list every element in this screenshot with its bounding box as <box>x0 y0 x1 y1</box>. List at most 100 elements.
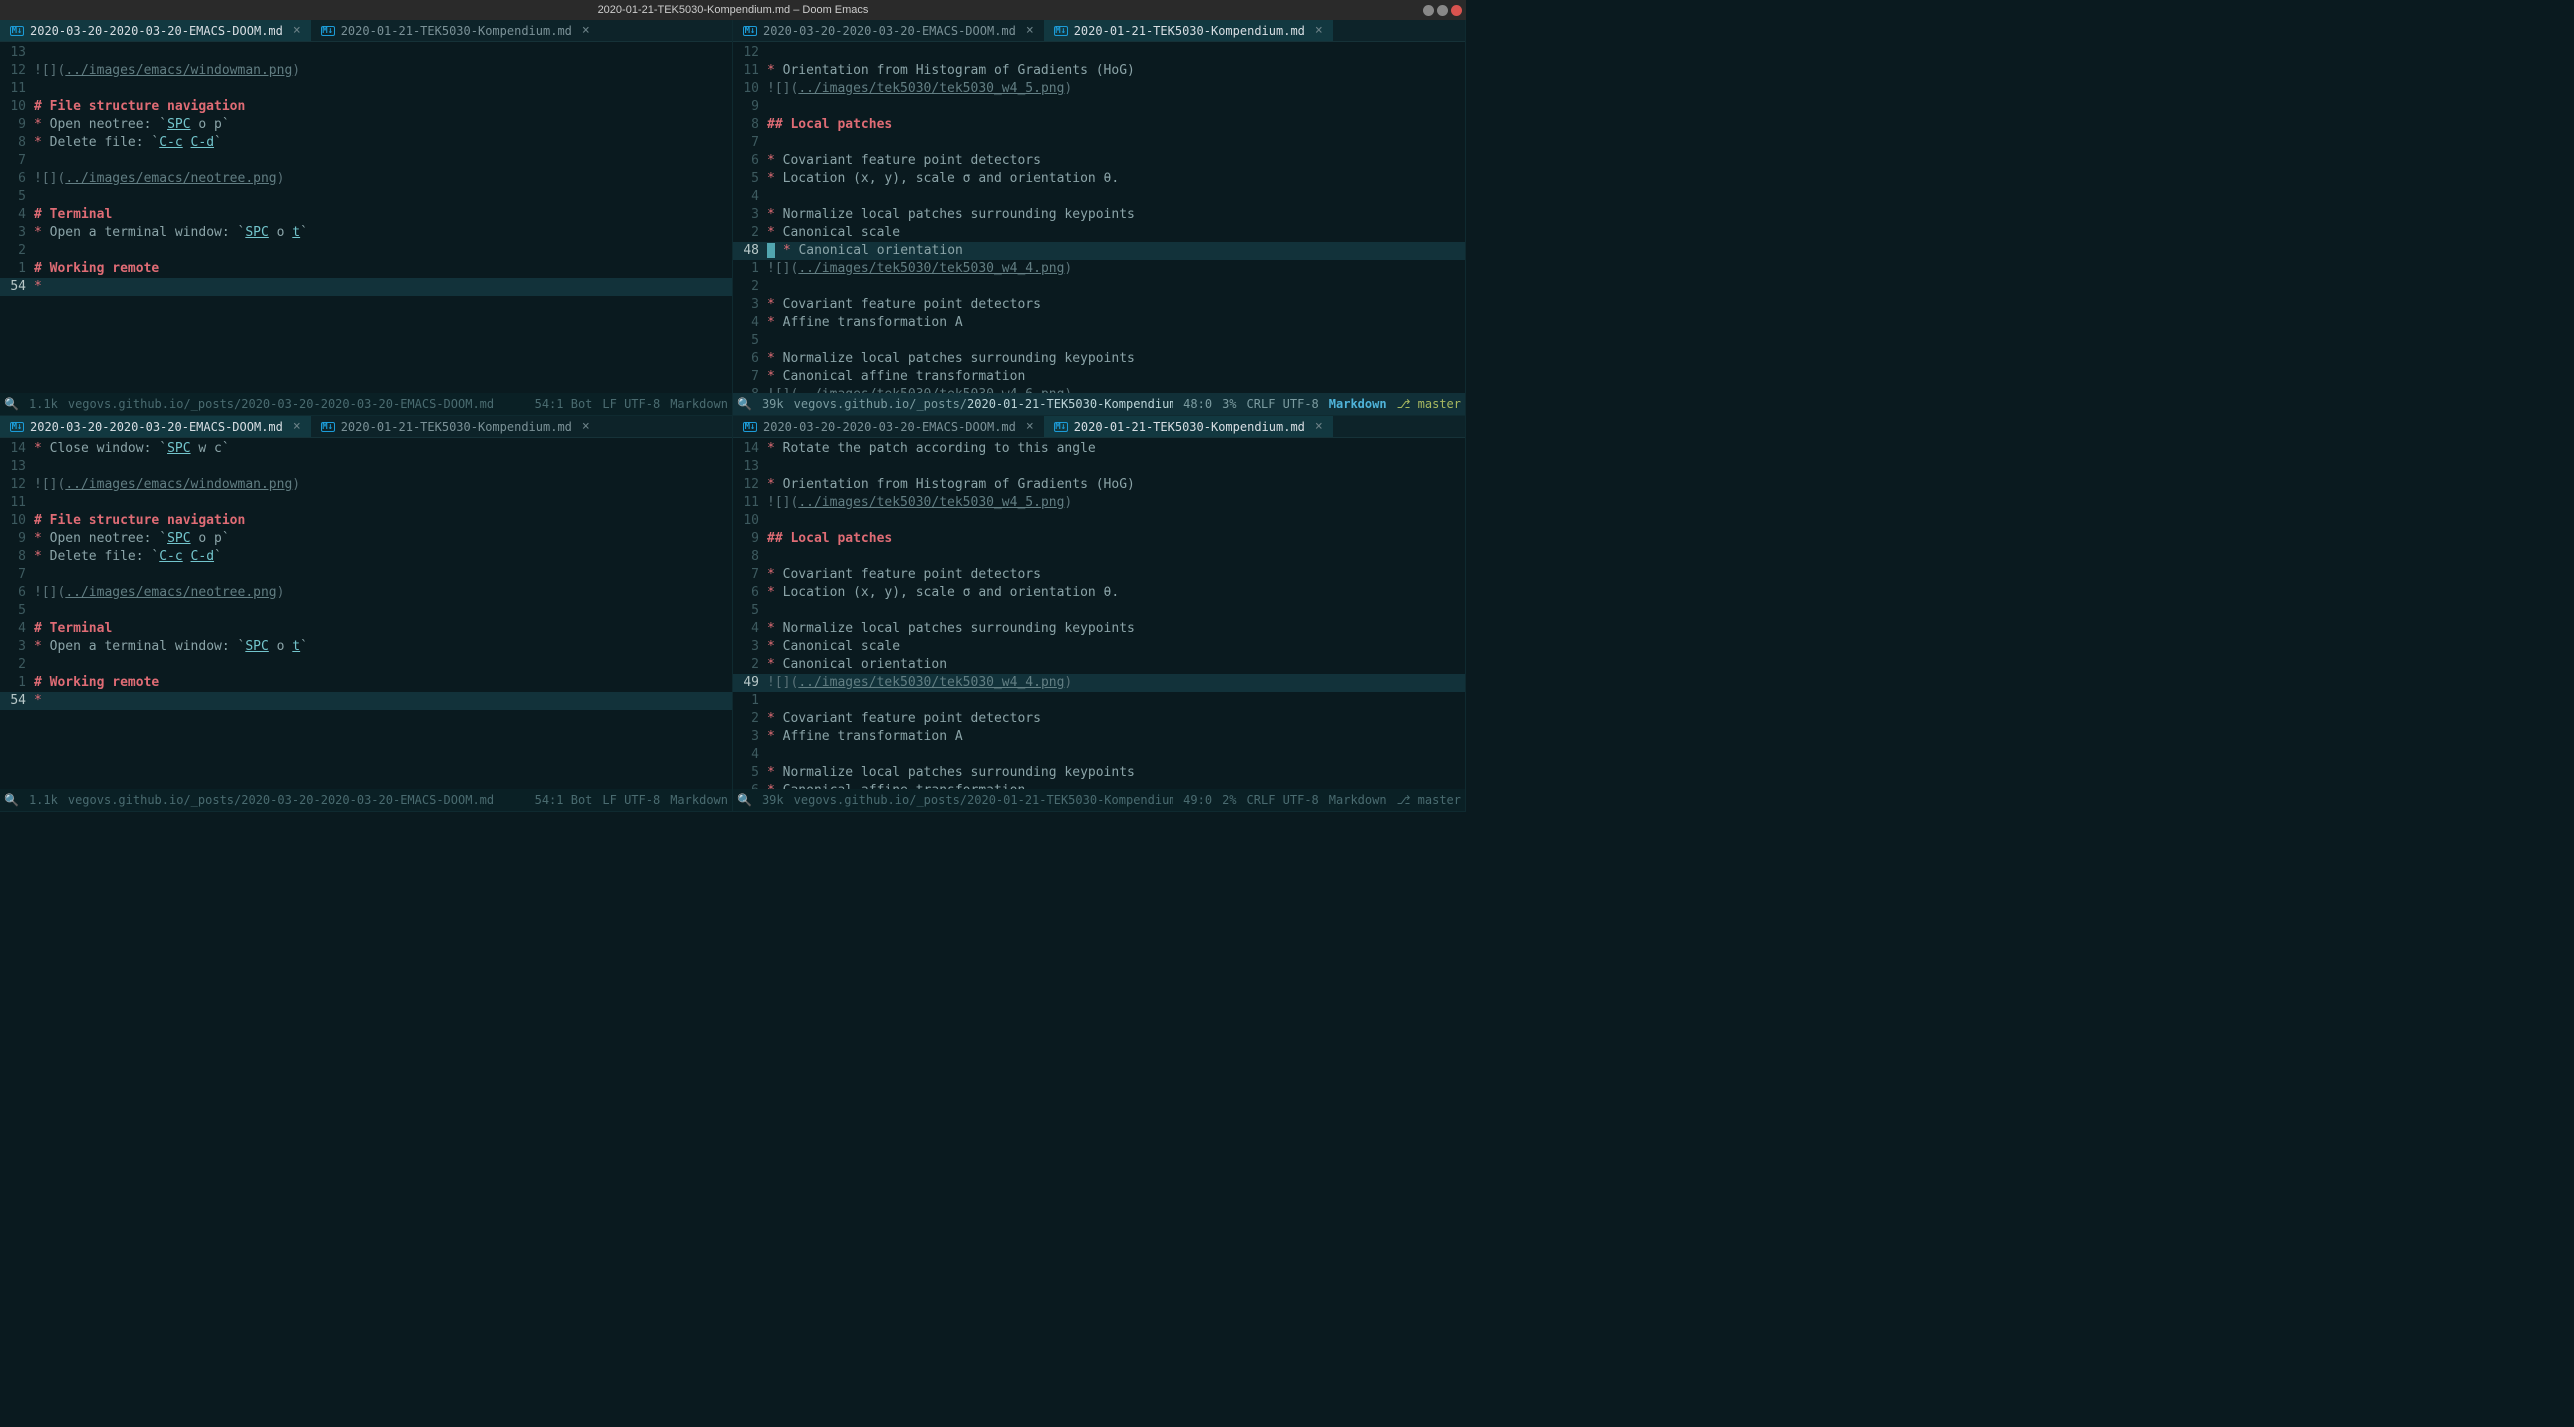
code-line[interactable]: 2 * Canonical scale <box>733 224 1465 242</box>
code-line[interactable]: 5* Normalize local patches surrounding k… <box>733 764 1465 782</box>
code-line[interactable]: 8* Delete file: `C-c C-d` <box>0 134 732 152</box>
editor-area[interactable]: 1312![](../images/emacs/windowman.png)11… <box>0 42 732 393</box>
code-text: * Rotate the patch according to this ang… <box>767 440 1465 458</box>
editor-area[interactable]: 1211* Orientation from Histogram of Grad… <box>733 42 1465 393</box>
markdown-icon: M↓ <box>743 26 757 36</box>
code-line[interactable]: 1# Working remote <box>0 674 732 692</box>
code-line[interactable]: 3 * Canonical scale <box>733 638 1465 656</box>
code-line[interactable]: 3 * Affine transformation A <box>733 728 1465 746</box>
tab-emacs-doom[interactable]: M↓ 2020-03-20-2020-03-20-EMACS-DOOM.md × <box>0 20 311 41</box>
tab-close-icon[interactable]: × <box>293 419 301 434</box>
tab-tek5030[interactable]: M↓ 2020-01-21-TEK5030-Kompendium.md × <box>311 20 600 41</box>
line-number: 5 <box>0 188 34 206</box>
code-line[interactable]: 5 <box>733 332 1465 350</box>
code-line[interactable]: 1# Working remote <box>0 260 732 278</box>
code-line[interactable]: 7 <box>733 134 1465 152</box>
tab-close-icon[interactable]: × <box>1315 419 1323 434</box>
code-line[interactable]: 6 * Canonical affine transformation <box>733 782 1465 789</box>
tab-tek5030[interactable]: M↓ 2020-01-21-TEK5030-Kompendium.md × <box>1044 20 1333 41</box>
code-line[interactable]: 5 <box>0 602 732 620</box>
code-line[interactable]: 13 <box>0 458 732 476</box>
code-line[interactable]: 7 <box>0 152 732 170</box>
code-line[interactable]: 3* Open a terminal window: `SPC o t` <box>0 224 732 242</box>
line-number: 2 <box>733 224 767 242</box>
code-line[interactable]: 4 * Affine transformation A <box>733 314 1465 332</box>
tab-tek5030[interactable]: M↓ 2020-01-21-TEK5030-Kompendium.md × <box>311 416 600 437</box>
code-line[interactable]: 54* <box>0 278 732 296</box>
code-line[interactable]: 13 <box>0 44 732 62</box>
code-line[interactable]: 8 <box>733 548 1465 566</box>
code-line[interactable]: 7 * Canonical affine transformation <box>733 368 1465 386</box>
tab-emacs-doom[interactable]: M↓ 2020-03-20-2020-03-20-EMACS-DOOM.md × <box>733 20 1044 41</box>
code-line[interactable]: 8## Local patches <box>733 116 1465 134</box>
code-line[interactable]: 6![](../images/emacs/neotree.png) <box>0 170 732 188</box>
code-line[interactable]: 2 <box>733 278 1465 296</box>
code-line[interactable]: 14 * Rotate the patch according to this … <box>733 440 1465 458</box>
code-line[interactable]: 12![](../images/emacs/windowman.png) <box>0 62 732 80</box>
code-line[interactable]: 10 ![](../images/tek5030/tek5030_w4_5.pn… <box>733 80 1465 98</box>
code-line[interactable]: 5 <box>733 602 1465 620</box>
code-line[interactable]: 13 <box>733 458 1465 476</box>
code-line[interactable]: 49 ![](../images/tek5030/tek5030_w4_4.pn… <box>733 674 1465 692</box>
code-line[interactable]: 11 <box>0 494 732 512</box>
code-line[interactable]: 9## Local patches <box>733 530 1465 548</box>
code-line[interactable]: 11 <box>0 80 732 98</box>
code-line[interactable]: 12* Orientation from Histogram of Gradie… <box>733 476 1465 494</box>
tab-close-icon[interactable]: × <box>582 419 590 434</box>
code-line[interactable]: 3* Normalize local patches surrounding k… <box>733 206 1465 224</box>
code-line[interactable]: 7 <box>0 566 732 584</box>
code-line[interactable]: 14* Close window: `SPC w c` <box>0 440 732 458</box>
code-line[interactable]: 4 <box>733 188 1465 206</box>
code-line[interactable]: 12![](../images/emacs/windowman.png) <box>0 476 732 494</box>
code-line[interactable]: 7* Covariant feature point detectors <box>733 566 1465 584</box>
code-line[interactable]: 2 * Canonical orientation <box>733 656 1465 674</box>
code-line[interactable]: 5 * Location (x, y), scale σ and orienta… <box>733 170 1465 188</box>
code-line[interactable]: 5 <box>0 188 732 206</box>
tab-tek5030[interactable]: M↓ 2020-01-21-TEK5030-Kompendium.md × <box>1044 416 1333 437</box>
editor-area[interactable]: 14* Close window: `SPC w c`1312![](../im… <box>0 438 732 789</box>
code-line[interactable]: 6* Covariant feature point detectors <box>733 152 1465 170</box>
code-line[interactable]: 11 ![](../images/tek5030/tek5030_w4_5.pn… <box>733 494 1465 512</box>
code-line[interactable]: 4* Normalize local patches surrounding k… <box>733 620 1465 638</box>
close-icon[interactable] <box>1451 5 1462 16</box>
code-line[interactable]: 10# File structure navigation <box>0 98 732 116</box>
maximize-icon[interactable] <box>1437 5 1448 16</box>
tab-close-icon[interactable]: × <box>1026 419 1034 434</box>
code-line[interactable]: 12 <box>733 44 1465 62</box>
tab-close-icon[interactable]: × <box>293 23 301 38</box>
tab-close-icon[interactable]: × <box>582 23 590 38</box>
code-line[interactable]: 54* <box>0 692 732 710</box>
code-line[interactable]: 10# File structure navigation <box>0 512 732 530</box>
code-line[interactable]: 9* Open neotree: `SPC o p` <box>0 530 732 548</box>
code-line[interactable]: 4# Terminal <box>0 206 732 224</box>
line-number: 11 <box>733 62 767 80</box>
code-line[interactable]: 1 ![](../images/tek5030/tek5030_w4_4.png… <box>733 260 1465 278</box>
tab-emacs-doom[interactable]: M↓ 2020-03-20-2020-03-20-EMACS-DOOM.md × <box>0 416 311 437</box>
code-line[interactable]: 2 <box>0 656 732 674</box>
code-line[interactable]: 2 <box>0 242 732 260</box>
code-line[interactable]: 4# Terminal <box>0 620 732 638</box>
editor-area[interactable]: 1 4 * Rotate the patch according to this … <box>733 438 1465 789</box>
minimize-icon[interactable] <box>1423 5 1434 16</box>
code-line[interactable]: 6* Normalize local patches surrounding k… <box>733 350 1465 368</box>
code-line[interactable]: 48 * Canonical orientation <box>733 242 1465 260</box>
code-line[interactable]: 10 <box>733 512 1465 530</box>
code-line[interactable]: 6 * Location (x, y), scale σ and orienta… <box>733 584 1465 602</box>
tab-emacs-doom[interactable]: M↓ 2020-03-20-2020-03-20-EMACS-DOOM.md × <box>733 416 1044 437</box>
code-line[interactable]: 9* Open neotree: `SPC o p` <box>0 116 732 134</box>
code-line[interactable]: 4 <box>733 746 1465 764</box>
tabline: M↓ 2020-03-20-2020-03-20-EMACS-DOOM.md ×… <box>733 20 1465 42</box>
code-line[interactable]: 6![](../images/emacs/neotree.png) <box>0 584 732 602</box>
code-line[interactable]: 3* Open a terminal window: `SPC o t` <box>0 638 732 656</box>
tab-close-icon[interactable]: × <box>1315 23 1323 38</box>
code-line[interactable]: 1 <box>733 692 1465 710</box>
code-line[interactable]: 3* Covariant feature point detectors <box>733 296 1465 314</box>
code-line[interactable]: 2* Covariant feature point detectors <box>733 710 1465 728</box>
code-line[interactable]: 11* Orientation from Histogram of Gradie… <box>733 62 1465 80</box>
code-text: # Working remote <box>34 260 732 278</box>
code-line[interactable]: 9 <box>733 98 1465 116</box>
file-path: vegovs.github.io/_posts/2020-01-21-TEK50… <box>794 793 1174 807</box>
code-line[interactable]: 8 ![](../images/tek5030/tek5030_w4_6.png… <box>733 386 1465 393</box>
tab-close-icon[interactable]: × <box>1026 23 1034 38</box>
code-line[interactable]: 8* Delete file: `C-c C-d` <box>0 548 732 566</box>
